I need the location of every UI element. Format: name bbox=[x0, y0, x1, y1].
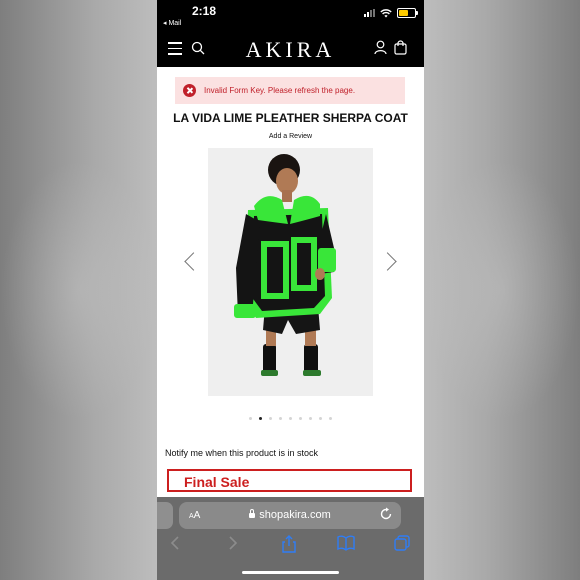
forward-arrow-icon[interactable] bbox=[227, 535, 239, 551]
gallery-dot[interactable] bbox=[269, 417, 272, 420]
url-text: shopakira.com bbox=[259, 509, 331, 521]
gallery-dot[interactable] bbox=[249, 417, 252, 420]
gallery-dot[interactable] bbox=[309, 417, 312, 420]
phone-screen: 2:18 ◂ Mail AKIRA Invalid Form Key. Plea… bbox=[157, 0, 424, 580]
gallery-dot[interactable] bbox=[319, 417, 322, 420]
tabs-icon[interactable] bbox=[394, 535, 410, 551]
final-sale-label: Final Sale bbox=[184, 474, 250, 490]
share-icon[interactable] bbox=[281, 535, 297, 553]
final-sale-badge: Final Sale bbox=[167, 469, 412, 492]
back-to-mail-link[interactable]: ◂ Mail bbox=[163, 19, 181, 27]
error-text: Invalid Form Key. Please refresh the pag… bbox=[204, 86, 356, 95]
back-arrow-icon[interactable] bbox=[169, 535, 181, 551]
previous-tab-pill[interactable] bbox=[157, 502, 173, 529]
gallery-dot[interactable] bbox=[289, 417, 292, 420]
gallery-next-arrow-icon[interactable] bbox=[378, 252, 397, 271]
product-title: LA VIDA LIME PLEATHER SHERPA COAT bbox=[173, 111, 408, 125]
gallery-dot[interactable] bbox=[329, 417, 332, 420]
reload-icon[interactable] bbox=[379, 507, 393, 521]
browser-bar: AA shopakira.com bbox=[157, 497, 424, 580]
gallery-dots bbox=[157, 417, 424, 420]
bookmarks-icon[interactable] bbox=[337, 535, 355, 551]
add-review-link[interactable]: Add a Review bbox=[157, 133, 424, 140]
cellular-signal-icon bbox=[364, 9, 375, 17]
product-photo-illustration bbox=[208, 148, 373, 396]
address-bar[interactable]: AA shopakira.com bbox=[179, 502, 401, 529]
page-content: Invalid Form Key. Please refresh the pag… bbox=[157, 67, 424, 497]
gallery-prev-arrow-icon[interactable] bbox=[184, 252, 203, 271]
notify-stock-text: Notify me when this product is in stock bbox=[165, 448, 319, 458]
wifi-icon bbox=[380, 8, 392, 17]
url-display: shopakira.com bbox=[179, 508, 401, 521]
browser-toolbar bbox=[157, 535, 424, 555]
status-icons bbox=[364, 8, 418, 18]
battery-icon bbox=[397, 8, 418, 18]
background-left bbox=[0, 0, 157, 580]
status-time: 2:18 bbox=[192, 4, 217, 18]
shopping-bag-icon[interactable] bbox=[394, 40, 407, 55]
background-right bbox=[424, 0, 580, 580]
gallery-dot[interactable] bbox=[299, 417, 302, 420]
home-indicator bbox=[242, 571, 339, 574]
gallery-dot[interactable] bbox=[279, 417, 282, 420]
error-message: Invalid Form Key. Please refresh the pag… bbox=[175, 77, 405, 104]
site-header: AKIRA bbox=[157, 31, 424, 67]
gallery-dot[interactable] bbox=[259, 417, 262, 420]
lock-icon bbox=[249, 508, 256, 518]
product-image[interactable] bbox=[208, 148, 373, 396]
account-icon[interactable] bbox=[374, 40, 387, 55]
error-icon bbox=[183, 84, 196, 97]
status-bar: 2:18 ◂ Mail bbox=[157, 0, 424, 31]
